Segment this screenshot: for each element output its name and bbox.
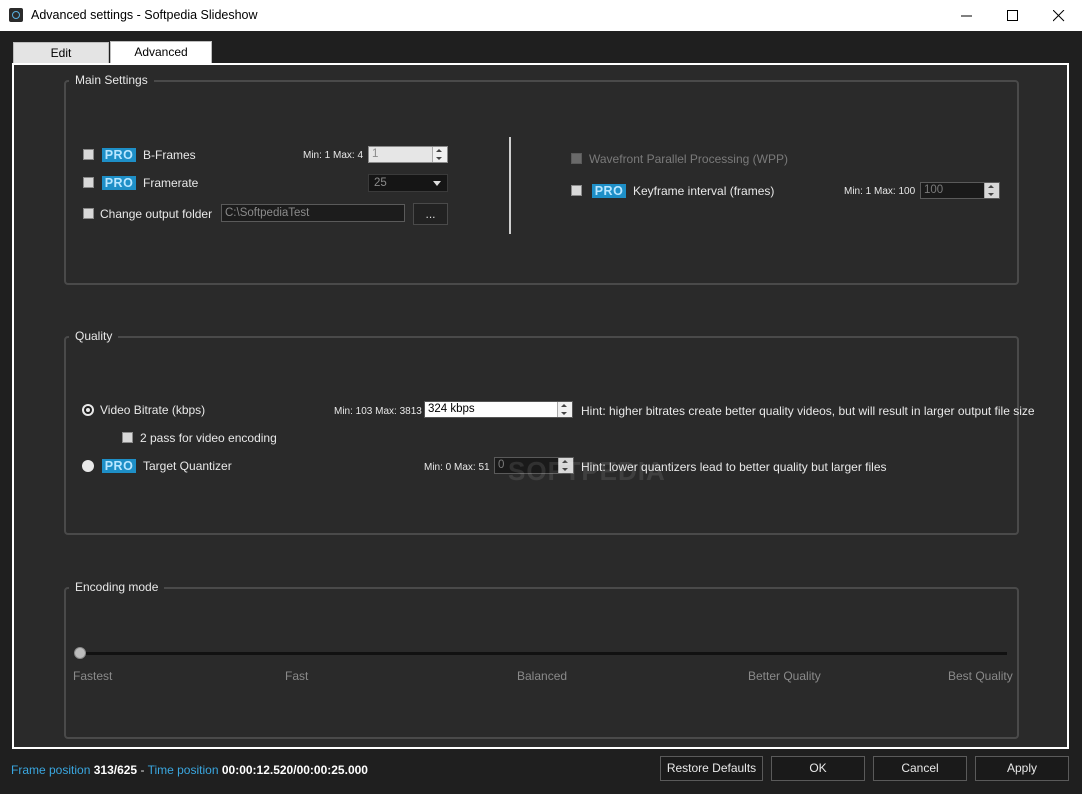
app-icon bbox=[9, 8, 23, 22]
minimize-button[interactable] bbox=[944, 0, 990, 31]
bitrate-radio[interactable] bbox=[82, 404, 94, 416]
encoding-mode-group bbox=[64, 587, 1019, 739]
window-title: Advanced settings - Softpedia Slideshow bbox=[31, 8, 258, 22]
keyframe-checkbox[interactable] bbox=[571, 185, 582, 196]
encoding-slider-track[interactable] bbox=[76, 652, 1007, 655]
wpp-label: Wavefront Parallel Processing (WPP) bbox=[589, 152, 788, 166]
quantizer-radio[interactable] bbox=[82, 460, 94, 472]
keyframe-range: Min: 1 Max: 100 bbox=[844, 186, 916, 197]
keyframe-label: Keyframe interval (frames) bbox=[633, 184, 775, 198]
time-position-label: Time position bbox=[147, 763, 219, 777]
encoding-stop-best-quality: Best Quality bbox=[948, 669, 1013, 683]
wpp-checkbox[interactable] bbox=[571, 153, 582, 164]
close-button[interactable] bbox=[1036, 0, 1082, 31]
spinner-arrows-icon[interactable] bbox=[557, 402, 572, 417]
pro-badge: PRO bbox=[102, 176, 136, 190]
quantizer-label: Target Quantizer bbox=[143, 459, 232, 473]
bitrate-hint: Hint: higher bitrates create better qual… bbox=[581, 404, 1035, 418]
two-pass-label: 2 pass for video encoding bbox=[140, 431, 277, 445]
time-position-value: 00:00:12.520/00:00:25.000 bbox=[221, 763, 368, 777]
maximize-button[interactable] bbox=[990, 0, 1036, 31]
title-bar: Advanced settings - Softpedia Slideshow bbox=[0, 0, 1082, 31]
spinner-arrows-icon[interactable] bbox=[432, 147, 447, 162]
apply-button[interactable]: Apply bbox=[975, 756, 1069, 781]
softpedia-watermark: SOFTPEDIA bbox=[508, 456, 666, 486]
framerate-checkbox[interactable] bbox=[83, 177, 94, 188]
status-separator: - bbox=[140, 763, 145, 777]
encoding-stop-balanced: Balanced bbox=[517, 669, 568, 683]
pro-badge: PRO bbox=[102, 148, 136, 162]
bframes-checkbox[interactable] bbox=[83, 149, 94, 160]
cancel-button[interactable]: Cancel bbox=[873, 756, 967, 781]
advanced-panel: Main Settings PRO B-Frames Min: 1 Max: 4… bbox=[12, 63, 1069, 749]
frame-position-value: 313/625 bbox=[93, 763, 138, 777]
status-bar: Frame position 313/625 - Time position 0… bbox=[11, 763, 368, 777]
quantizer-range: Min: 0 Max: 51 bbox=[424, 462, 490, 473]
output-folder-field[interactable]: C:\SoftpediaTest bbox=[221, 204, 405, 222]
framerate-dropdown[interactable]: 25 bbox=[368, 174, 448, 192]
bframes-spinner[interactable]: 1 bbox=[368, 146, 448, 163]
bframes-label: B-Frames bbox=[143, 148, 196, 162]
spinner-arrows-icon[interactable] bbox=[984, 183, 999, 198]
encoding-mode-title: Encoding mode bbox=[69, 580, 165, 594]
minimize-icon bbox=[961, 15, 972, 17]
output-folder-checkbox[interactable] bbox=[83, 208, 94, 219]
pro-badge: PRO bbox=[102, 459, 136, 473]
maximize-icon bbox=[1007, 10, 1018, 21]
pro-badge: PRO bbox=[592, 184, 626, 198]
bitrate-label: Video Bitrate (kbps) bbox=[100, 403, 206, 417]
tab-advanced[interactable]: Advanced bbox=[110, 41, 212, 64]
main-settings-title: Main Settings bbox=[69, 73, 154, 87]
main-settings-group bbox=[64, 80, 1019, 285]
two-pass-checkbox[interactable] bbox=[122, 432, 133, 443]
divider bbox=[509, 137, 511, 234]
quality-title: Quality bbox=[69, 329, 119, 343]
ok-button[interactable]: OK bbox=[771, 756, 865, 781]
bitrate-spinner[interactable]: 324 kbps bbox=[424, 401, 573, 418]
tab-edit[interactable]: Edit bbox=[13, 42, 109, 63]
framerate-label: Framerate bbox=[143, 176, 199, 190]
browse-button[interactable]: ... bbox=[413, 203, 448, 225]
close-icon bbox=[1053, 10, 1065, 22]
encoding-stop-fast: Fast bbox=[285, 669, 309, 683]
encoding-slider-thumb[interactable] bbox=[74, 647, 86, 659]
encoding-stop-fastest: Fastest bbox=[73, 669, 113, 683]
bframes-range: Min: 1 Max: 4 bbox=[303, 150, 364, 161]
frame-position-label: Frame position bbox=[11, 763, 91, 777]
restore-defaults-button[interactable]: Restore Defaults bbox=[660, 756, 763, 781]
output-folder-label: Change output folder bbox=[100, 207, 213, 221]
chevron-down-icon bbox=[433, 181, 441, 186]
keyframe-spinner[interactable]: 100 bbox=[920, 182, 1000, 199]
encoding-stop-better-quality: Better Quality bbox=[748, 669, 821, 683]
bitrate-range: Min: 103 Max: 3813 bbox=[334, 406, 422, 417]
